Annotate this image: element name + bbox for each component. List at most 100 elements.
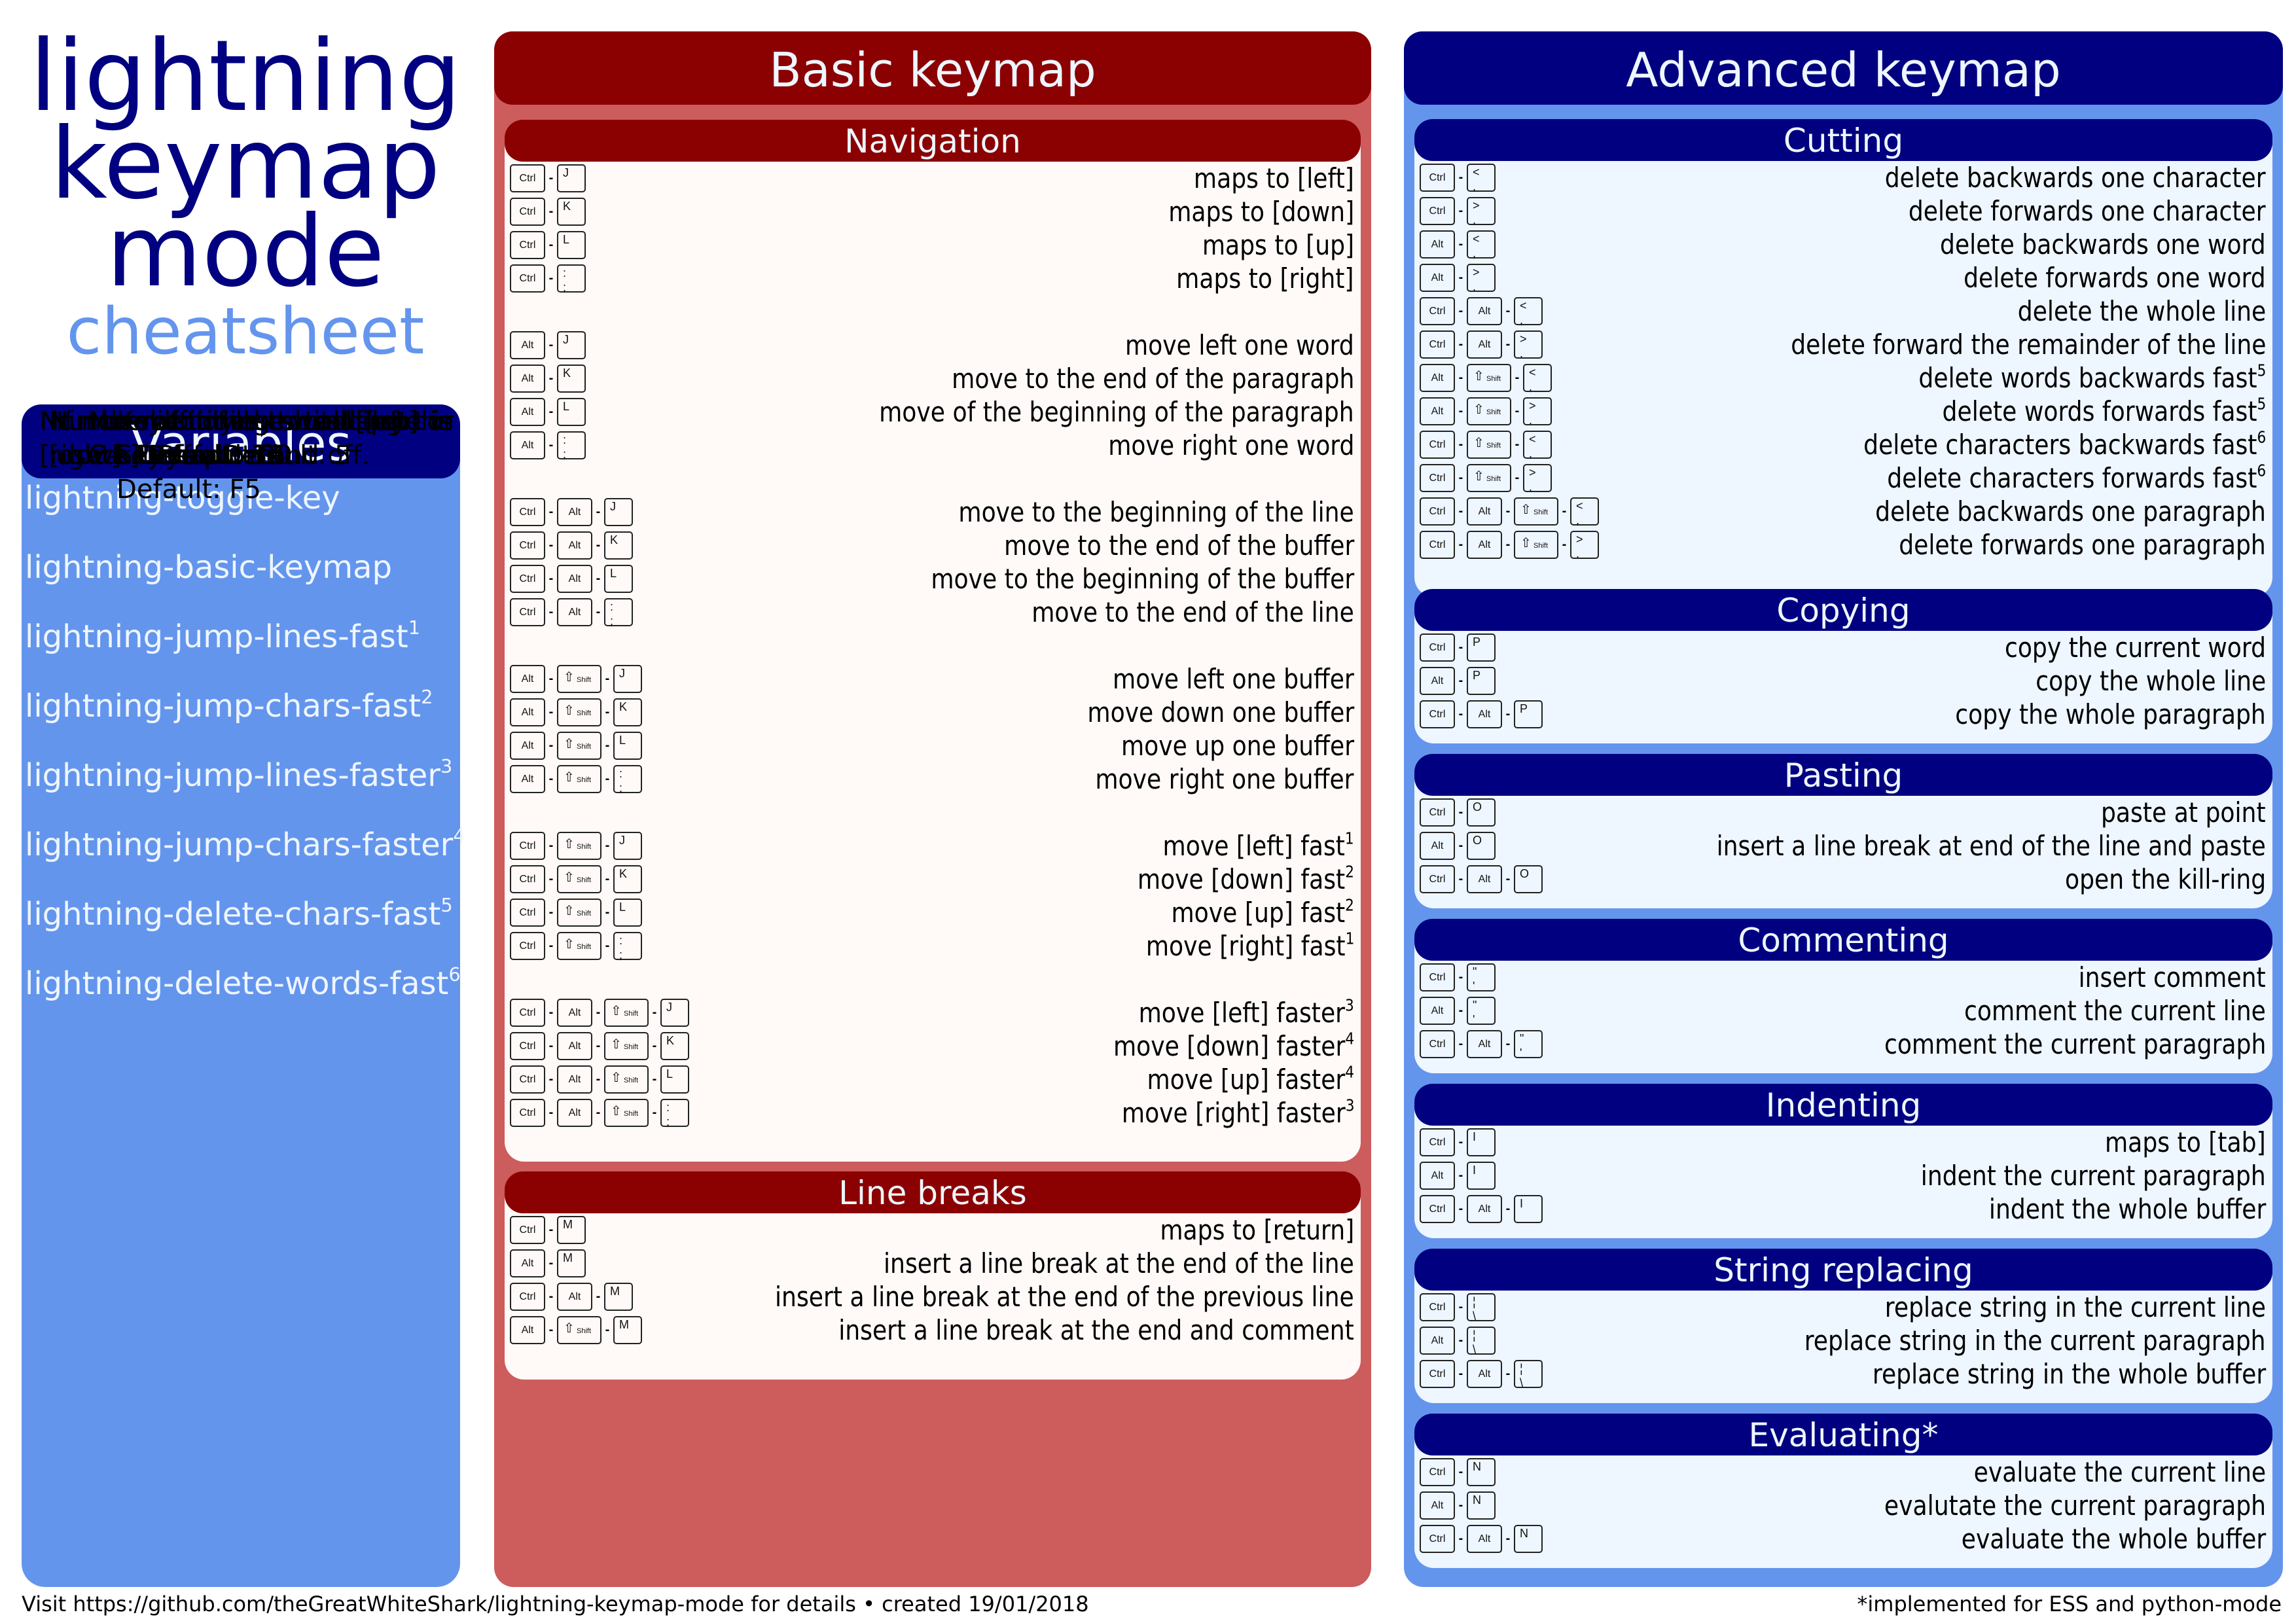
character-key: < , <box>1523 431 1552 460</box>
key-separator: - <box>548 671 554 686</box>
description-text: evalutate the current paragraph <box>1884 1489 2266 1522</box>
character-key: : ; <box>604 598 633 628</box>
shift-key-label: Shift <box>1486 408 1501 416</box>
description-text: replace string in the current line <box>1884 1291 2266 1323</box>
key-separator: - <box>548 171 554 185</box>
variable-name-text: lightning-delete-words-fast <box>25 965 449 1002</box>
key-combination: Alt -: ; <box>510 430 586 461</box>
description-text: move to the beginning of the buffer <box>931 563 1354 595</box>
keybinding-description: copy the whole paragraph <box>1955 698 2266 731</box>
description-text: maps to [left] <box>1194 162 1354 194</box>
key-separator: - <box>1515 404 1520 418</box>
keybinding-row: Ctrl - Alt - ⇧ Shift - Lmove [up] faster4 <box>505 1063 1361 1096</box>
description-text: delete backwards one paragraph <box>1875 495 2266 527</box>
shift-key-label: Shift <box>577 910 592 918</box>
key-combination: Ctrl - Alt - P <box>1420 699 1543 730</box>
keybinding-description: maps to [up] <box>1202 228 1354 262</box>
description-text: move [down] fast <box>1137 863 1346 895</box>
row-spacer <box>505 462 1361 495</box>
alt-key: Alt <box>510 1316 545 1344</box>
ctrl-key: Ctrl <box>510 264 545 293</box>
ctrl-key: Ctrl <box>1420 1458 1455 1486</box>
keybinding-description: delete backwards one word <box>1940 228 2266 261</box>
description-text: delete forwards one character <box>1909 195 2266 227</box>
keybinding-row: Ctrl - Alt - Kmove to the end of the buffer <box>505 529 1361 562</box>
variable-item: lightning-delete-words-fast6 Number of li… <box>25 406 461 1002</box>
alt-key: Alt <box>1420 1327 1455 1355</box>
key-combination: Alt - P <box>1420 666 1496 696</box>
character-key: M <box>557 1216 586 1244</box>
keybinding-row: Ctrl - Jmaps to [left] <box>505 162 1361 195</box>
row-spacer <box>505 629 1361 662</box>
footer-project-link[interactable]: Visit https://github.com/theGreatWhiteSh… <box>22 1592 1089 1616</box>
key-combination: Alt - > . <box>1420 262 1496 293</box>
keybinding-description: replace string in the current paragraph <box>1804 1324 2266 1357</box>
keybinding-description: move [up] fast2 <box>1172 896 1354 929</box>
keybinding-row: Ctrl - " ' insert comment <box>1414 961 2272 994</box>
section-header: String replacing <box>1414 1249 2272 1291</box>
keybinding-row: Alt - Iindent the current paragraph <box>1414 1159 2272 1192</box>
keybinding-description: delete forwards one word <box>1964 261 2266 294</box>
shift-arrow-icon: ⇧ <box>1473 436 1484 450</box>
character-key: O <box>1467 832 1496 860</box>
key-separator: - <box>1505 872 1511 886</box>
character-key: < , <box>1467 230 1496 260</box>
shift-arrow-icon: ⇧ <box>611 1104 622 1118</box>
shift-arrow-icon: ⇧ <box>611 1004 622 1018</box>
character-key: L <box>557 398 586 426</box>
alt-key: Alt <box>557 1283 592 1311</box>
alt-key: Alt <box>1467 1525 1502 1553</box>
ctrl-key: Ctrl <box>510 999 545 1027</box>
key-combination: Ctrl - P <box>1420 632 1496 663</box>
alt-key: Alt <box>1467 497 1502 526</box>
keybinding-description: replace string in the whole buffer <box>1873 1357 2266 1391</box>
ctrl-key: Ctrl <box>1420 431 1455 459</box>
keybinding-row: Ctrl - ⇧ Shift - < , delete characters backwar… <box>1414 428 2272 461</box>
shift-arrow-icon: ⇧ <box>611 1071 622 1085</box>
key-separator: - <box>548 1256 554 1270</box>
description-text: maps to [return] <box>1160 1214 1354 1246</box>
character-key: K <box>660 1032 689 1060</box>
character-key: N <box>1467 1458 1496 1486</box>
description-text: indent the whole buffer <box>1988 1193 2266 1225</box>
character-key: L <box>660 1065 689 1094</box>
description-text: move to the end of the paragraph <box>951 363 1354 395</box>
key-combination: Ctrl -: ; <box>510 263 586 294</box>
shift-key: ⇧ Shift <box>557 932 601 960</box>
key-combination: Alt - ⇧ Shift - J <box>510 664 642 694</box>
keybinding-description: move [down] faster4 <box>1113 1029 1354 1063</box>
ctrl-key: Ctrl <box>1420 197 1455 225</box>
key-combination: Ctrl - N <box>1420 1457 1496 1488</box>
character-key: L <box>604 565 633 593</box>
key-separator: - <box>1458 838 1463 853</box>
keybinding-description: move down one buffer <box>1087 696 1354 729</box>
variable-item: lightning-delete-chars-fast5 Number of li… <box>25 406 460 931</box>
key-separator: - <box>1458 1135 1463 1149</box>
keybinding-row: Ctrl - Alt -: ; move to the end of the line <box>505 596 1361 629</box>
description-text: move left one buffer <box>1113 663 1354 695</box>
alt-key: Alt <box>1467 865 1502 893</box>
key-combination: Ctrl - Alt - N <box>1420 1524 1543 1554</box>
shift-arrow-icon: ⇧ <box>1520 536 1532 550</box>
key-separator: - <box>548 738 554 753</box>
key-separator: - <box>1458 1037 1463 1051</box>
footnote-marker: 1 <box>408 616 421 639</box>
title-line-3: mode <box>106 195 385 309</box>
key-separator: - <box>596 1105 601 1120</box>
key-separator: - <box>548 938 554 953</box>
keybinding-description: insert a line break at the end of the pr… <box>775 1280 1354 1313</box>
footnote-marker: 5 <box>2257 361 2266 380</box>
section-header: Evaluating* <box>1414 1414 2272 1455</box>
ctrl-key: Ctrl <box>510 899 545 927</box>
key-separator: - <box>1458 437 1463 452</box>
description-text: paste at point <box>2101 796 2266 829</box>
key-separator: - <box>1458 504 1463 518</box>
keybinding-description: paste at point <box>2101 796 2266 829</box>
keybinding-row: Alt - Pcopy the whole line <box>1414 664 2272 698</box>
ctrl-key: Ctrl <box>1420 798 1455 827</box>
ctrl-key: Ctrl <box>1420 497 1455 526</box>
key-separator: - <box>652 1005 657 1020</box>
keybinding-row: Ctrl - Lmaps to [up] <box>505 228 1361 262</box>
keybinding-row: Ctrl - < , delete backwards one character <box>1414 161 2272 194</box>
description-text: move left one word <box>1125 329 1354 361</box>
